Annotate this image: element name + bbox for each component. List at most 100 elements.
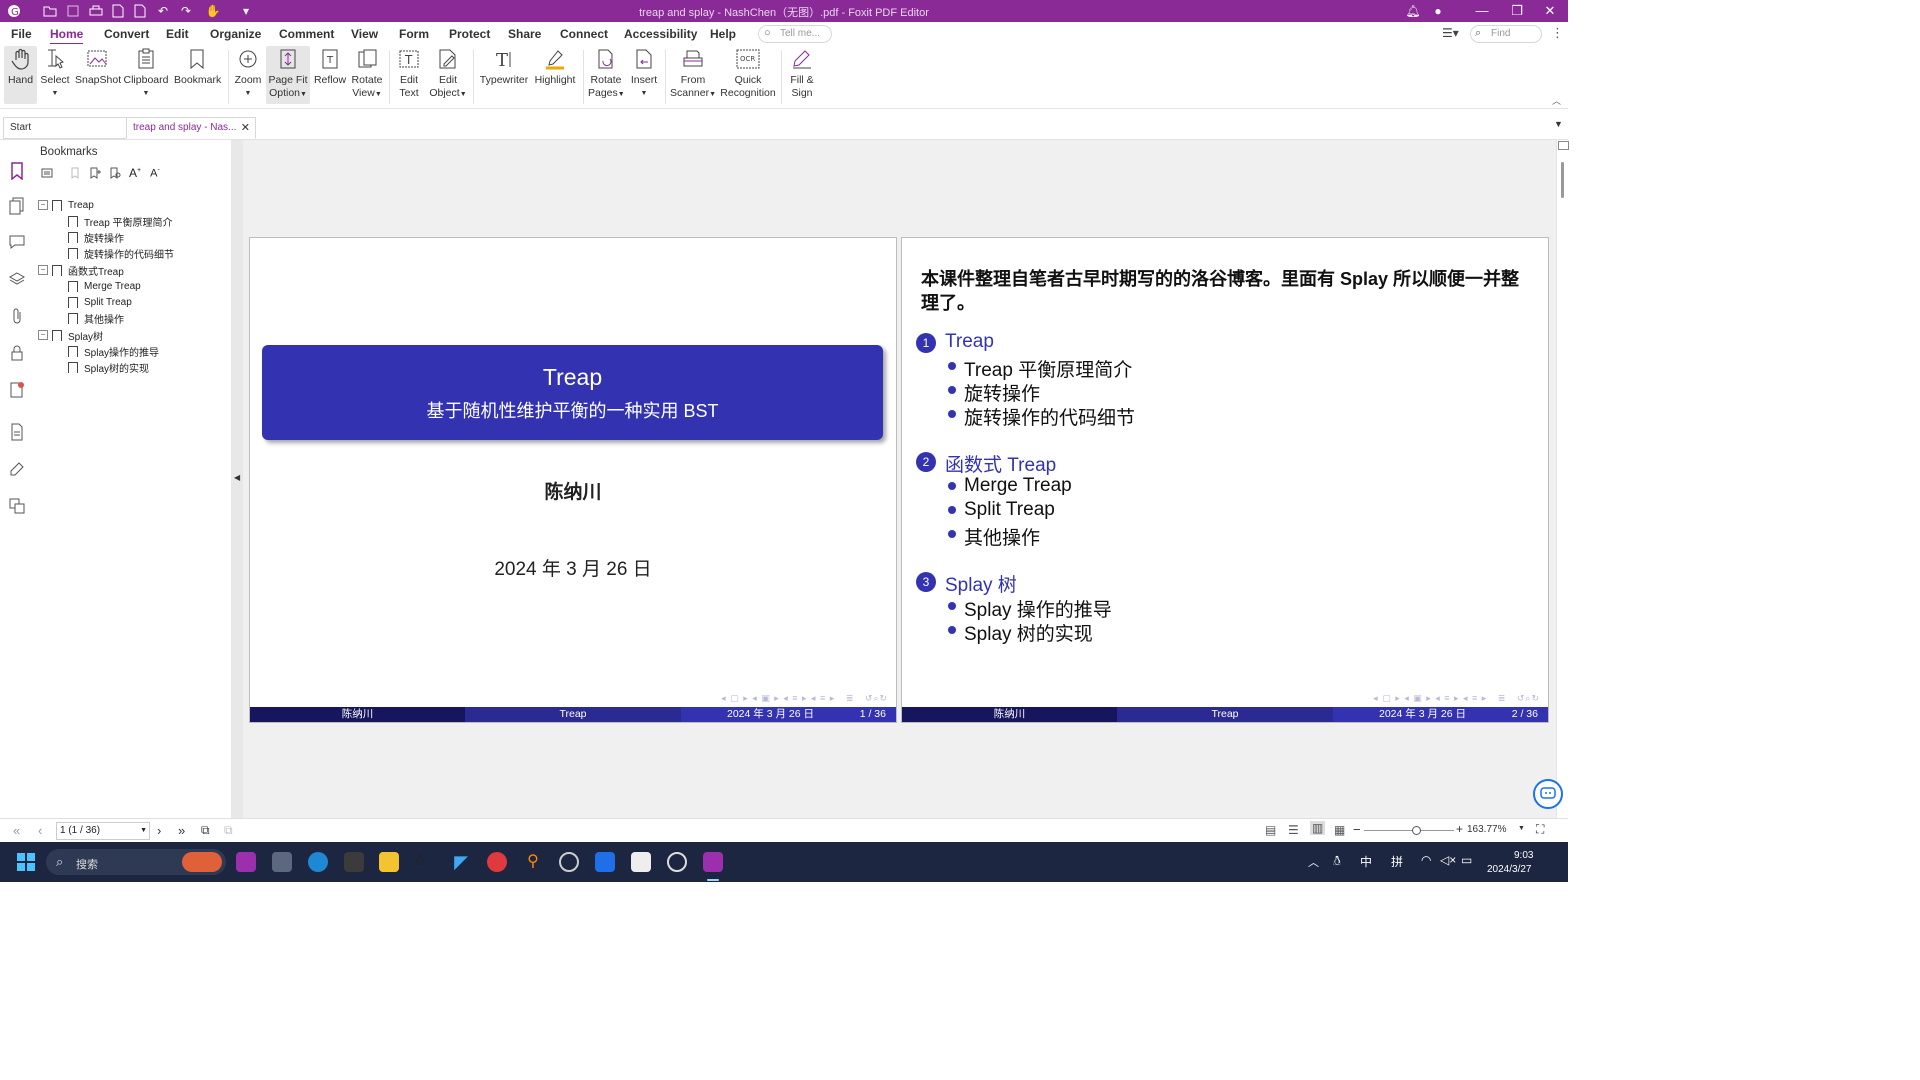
foxit-taskbar-icon[interactable] — [703, 852, 723, 872]
toc-subsection[interactable]: Treap 平衡原理简介 — [964, 355, 1132, 382]
rotate-view-button[interactable]: Rotate View▼ — [350, 46, 384, 101]
toc-subsection[interactable]: Splay 树的实现 — [964, 619, 1093, 646]
scrollbar-thumb[interactable] — [1561, 162, 1564, 198]
continuous-facing-view-icon[interactable]: ▦ — [1334, 823, 1345, 837]
previous-page-icon[interactable]: ‹ — [38, 823, 42, 838]
add-bookmark-icon[interactable] — [88, 166, 102, 180]
decrease-text-size-icon[interactable]: A- — [148, 166, 162, 180]
toc-subsection[interactable]: Merge Treap — [964, 475, 1072, 497]
menu-file[interactable]: File — [11, 27, 32, 41]
toc-subsection[interactable]: 旋转操作 — [964, 379, 1040, 406]
search-options-icon[interactable]: ☰▾ — [1442, 26, 1459, 40]
toc-section-title[interactable]: Treap — [945, 331, 994, 353]
find-input[interactable]: ⌕ Find — [1470, 25, 1542, 43]
menu-help[interactable]: Help — [710, 27, 736, 41]
bookmarks-panel-icon[interactable] — [8, 162, 26, 180]
search-app-icon[interactable]: ⚲ — [523, 852, 543, 872]
github-icon[interactable] — [667, 852, 687, 872]
clock-time[interactable]: 9:03 — [1514, 850, 1533, 861]
from-scanner-button[interactable]: From Scanner▼ — [670, 46, 716, 101]
close-button[interactable]: ✕ — [1535, 2, 1565, 20]
single-page-view-icon[interactable]: ▤ — [1265, 823, 1276, 837]
unity-icon[interactable] — [344, 852, 364, 872]
toc-subsection[interactable]: 其他操作 — [964, 523, 1040, 550]
file-explorer-icon[interactable] — [379, 852, 399, 872]
app-icon[interactable] — [595, 852, 615, 872]
premiere-icon[interactable] — [236, 852, 256, 872]
increase-text-size-icon[interactable]: A+ — [128, 166, 142, 180]
tab-start[interactable]: Start — [3, 117, 127, 139]
bookmark-item[interactable]: 旋转操作的代码细节 — [68, 245, 174, 261]
bookmark-item[interactable]: Splay操作的推导 — [68, 343, 159, 359]
toc-subsection[interactable]: Splay 操作的推导 — [964, 595, 1112, 622]
toc-section-title[interactable]: Splay 树 — [945, 570, 1017, 597]
zoom-dropdown-icon[interactable]: ▼ — [1518, 825, 1525, 832]
windows-start-icon[interactable] — [17, 853, 35, 871]
zoom-slider-track[interactable] — [1364, 830, 1454, 831]
sdk-icon[interactable] — [631, 852, 651, 872]
task-view-icon[interactable] — [272, 852, 292, 872]
first-page-icon[interactable]: « — [13, 823, 20, 838]
attachments-panel-icon[interactable] — [8, 307, 26, 325]
ime-mode-indicator[interactable]: 拼 — [1391, 853, 1403, 870]
collapse-icon[interactable]: − — [38, 200, 48, 210]
select-tool-button[interactable]: Select ▼ — [40, 46, 70, 100]
insert-button[interactable]: Insert ▼ — [628, 46, 660, 100]
page-number-field[interactable]: 1 (1 / 36) ▼ — [56, 822, 150, 840]
beamer-nav-symbols[interactable]: ◂ ▢ ▸ ◂ ▣ ▸ ◂ ≡ ▸ ◂ ≡ ▸ ≣ ↺⌕↻ — [1373, 693, 1540, 704]
compare-panel-icon[interactable] — [8, 497, 26, 515]
fill-sign-panel-icon[interactable] — [8, 460, 26, 478]
clock-date[interactable]: 2024/3/27 — [1487, 864, 1532, 875]
collapse-ribbon-icon[interactable]: ︿ — [1552, 94, 1561, 107]
toc-subsection[interactable]: Split Treap — [964, 499, 1055, 521]
toc-section-title[interactable]: 函数式 Treap — [945, 450, 1056, 477]
wifi-icon[interactable]: ◠ — [1421, 853, 1431, 867]
edit-text-button[interactable]: T Edit Text — [395, 46, 423, 100]
fill-sign-button[interactable]: Fill & Sign — [786, 46, 818, 100]
qq-icon[interactable]: 🐧︎ — [415, 852, 435, 872]
bookmark-item[interactable]: 旋转操作 — [68, 229, 124, 245]
snapshot-button[interactable]: SnapShot — [75, 46, 121, 87]
bookmark-item[interactable]: Splay树的实现 — [68, 359, 149, 375]
show-hidden-icons-icon[interactable]: ︿ — [1308, 854, 1319, 870]
restore-button[interactable]: ❐ — [1502, 2, 1532, 20]
delete-bookmark-icon[interactable] — [68, 166, 82, 180]
zoom-button[interactable]: Zoom ▼ — [233, 46, 263, 100]
qq-tray-icon[interactable]: 🐧︎ — [1333, 853, 1341, 870]
menu-share[interactable]: Share — [508, 27, 541, 41]
battery-icon[interactable]: ▭ — [1461, 853, 1472, 867]
panel-splitter[interactable]: ◀ — [231, 140, 243, 818]
beamer-nav-symbols[interactable]: ◂ ▢ ▸ ◂ ▣ ▸ ◂ ≡ ▸ ◂ ≡ ▸ ≣ ↺⌕↻ — [721, 693, 888, 704]
collapse-icon[interactable]: − — [38, 330, 48, 340]
minimize-button[interactable]: — — [1467, 2, 1497, 20]
collapse-icon[interactable]: − — [38, 265, 48, 275]
previous-view-icon[interactable]: ⧉ — [201, 823, 210, 838]
vertical-scrollbar[interactable] — [1556, 140, 1569, 818]
zoom-level[interactable]: 163.77% — [1467, 824, 1506, 835]
signature-panel-icon[interactable] — [8, 381, 26, 399]
continuous-view-icon[interactable]: ☰ — [1288, 823, 1299, 837]
toc-subsection[interactable]: 旋转操作的代码细节 — [964, 403, 1135, 430]
account-icon[interactable]: ● — [1430, 3, 1446, 19]
document-view[interactable]: Treap 基于随机性维护平衡的一种实用 BST 陈纳川 2024 年 3 月 … — [243, 140, 1556, 818]
vscode-icon[interactable]: ◤ — [451, 852, 471, 872]
edit-object-button[interactable]: Edit Object▼ — [428, 46, 468, 101]
bookmark-item[interactable]: − Splay树 — [38, 327, 103, 343]
highlight-button[interactable]: Highlight — [532, 46, 578, 87]
find-bookmark-icon[interactable] — [108, 166, 122, 180]
ime-language-indicator[interactable]: 中 — [1360, 853, 1372, 870]
menu-connect[interactable]: Connect — [560, 27, 608, 41]
fullscreen-icon[interactable]: ⛶ — [1536, 822, 1544, 837]
clipboard-button[interactable]: Clipboard ▼ — [123, 46, 169, 100]
taskbar-search-box[interactable]: ⌕ 搜索 — [46, 849, 226, 875]
bookmark-options-icon[interactable] — [40, 166, 54, 180]
split-view-handle[interactable] — [1558, 141, 1569, 150]
media-player-icon[interactable] — [559, 852, 579, 872]
menu-accessibility[interactable]: Accessibility — [624, 27, 697, 41]
hand-tool-button[interactable]: Hand — [4, 46, 37, 104]
netease-music-icon[interactable] — [487, 852, 507, 872]
volume-muted-icon[interactable]: ◁× — [1440, 853, 1456, 867]
layers-panel-icon[interactable] — [8, 270, 26, 288]
collapse-panel-icon[interactable]: ◀ — [234, 473, 240, 482]
bookmark-item[interactable]: − 函数式Treap — [38, 262, 124, 278]
